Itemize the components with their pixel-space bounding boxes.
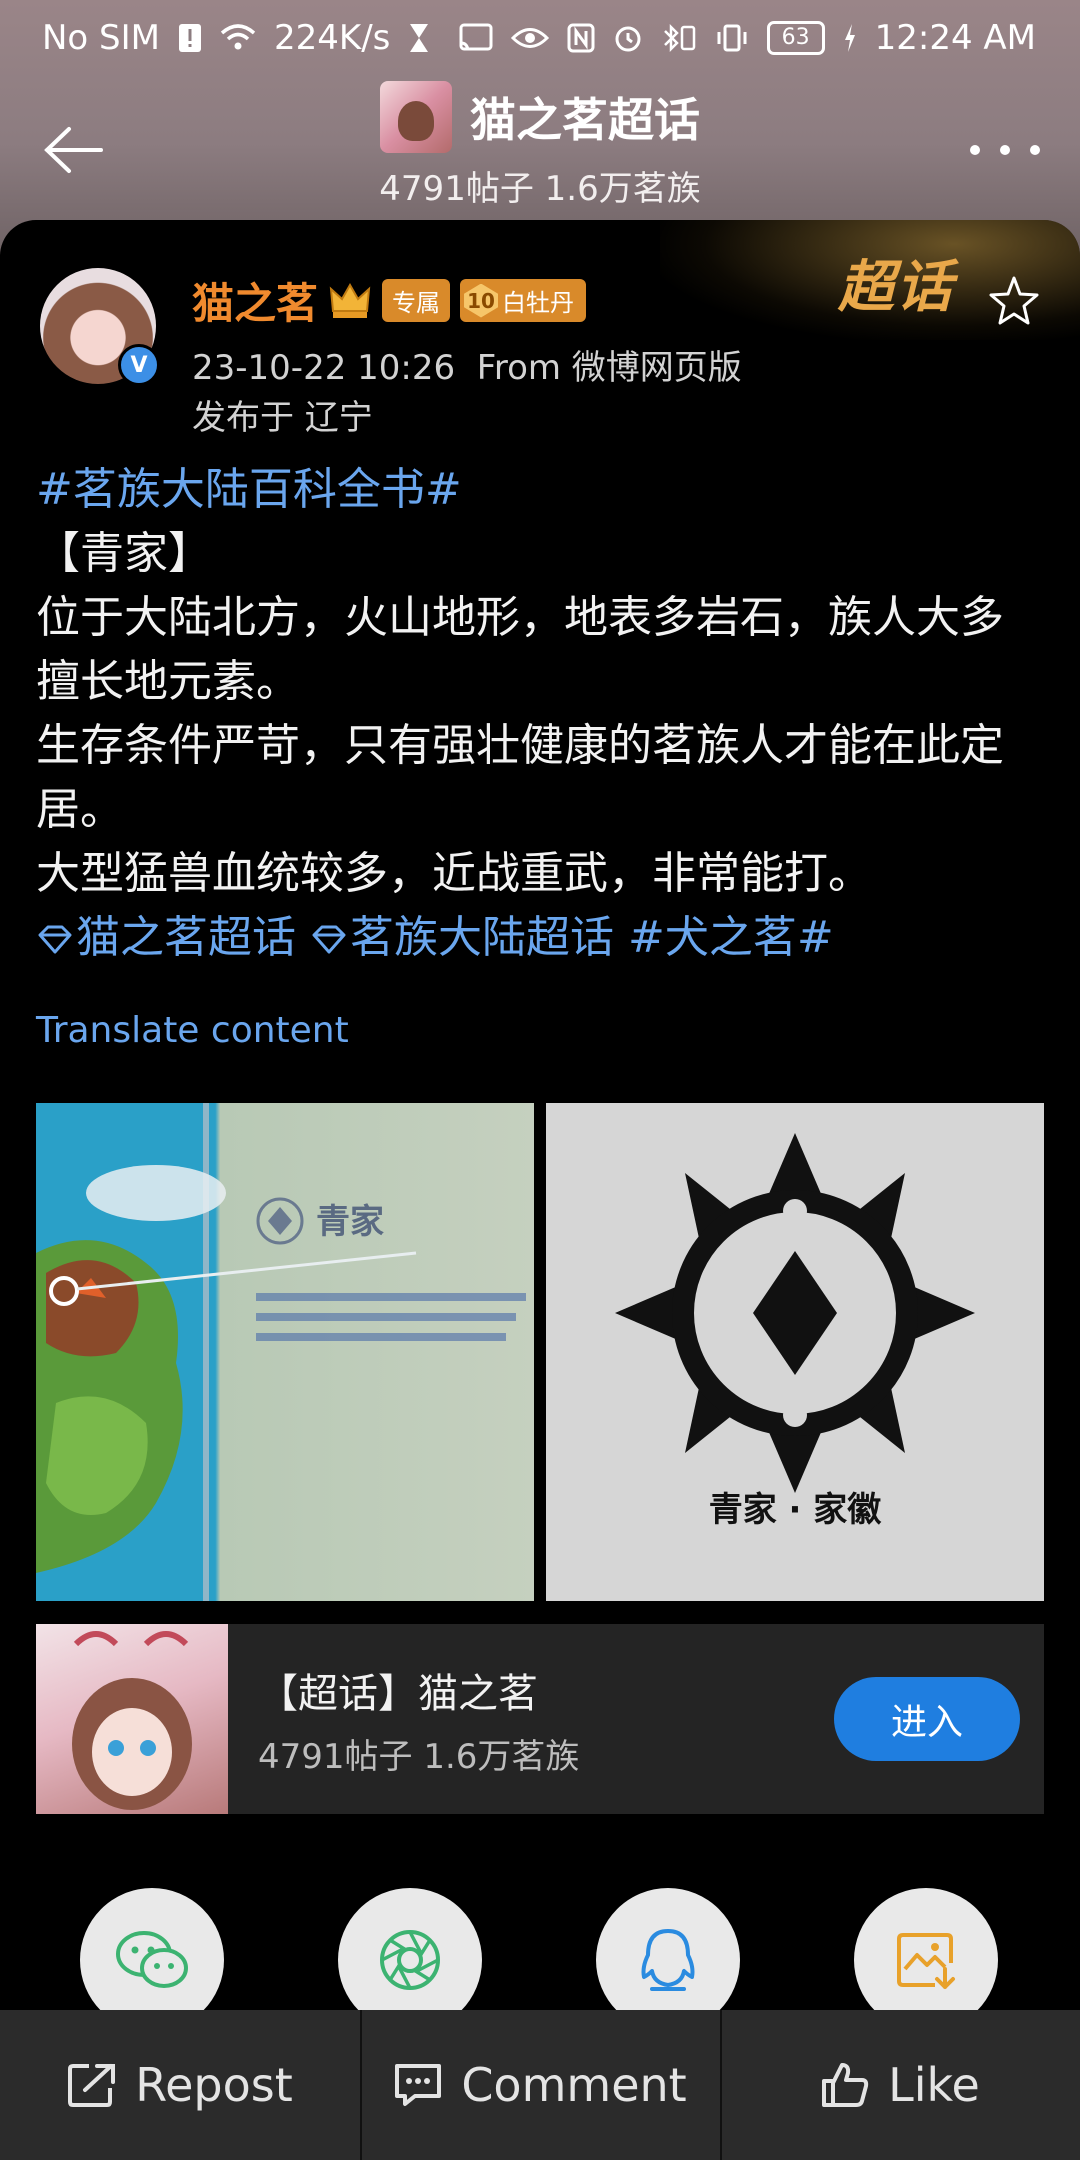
dot-icon — [1030, 145, 1040, 155]
user-row: 猫之茗 专属 10 白牡丹 — [192, 270, 587, 331]
exclusive-tag: 专属 — [382, 279, 451, 322]
status-left: No SIM 224K/s — [42, 18, 430, 58]
level-number: 10 — [464, 283, 499, 318]
moments-icon — [380, 1930, 440, 1990]
post-line: 大型猛兽血统较多，近战重武，非常能打。 — [36, 848, 872, 899]
eye-icon — [510, 25, 549, 51]
super-topic-text: 【超话】猫之茗 4791帖子 1.6万茗族 — [258, 1661, 834, 1778]
repost-icon — [68, 2064, 116, 2107]
enter-button[interactable]: 进入 — [834, 1677, 1020, 1761]
wechat-icon — [116, 1931, 188, 1988]
alarm-icon — [613, 23, 643, 53]
status-right: 63 12:24 AM — [459, 18, 1036, 58]
header-title-row: 猫之茗超话 — [380, 81, 700, 153]
save-image-icon — [897, 1933, 955, 1989]
topic-link-2[interactable]: 茗族大陆超话 — [310, 912, 614, 963]
super-topic-title: 【超话】猫之茗 — [258, 1670, 538, 1717]
share-row — [0, 1888, 1080, 2032]
level-name: 白牡丹 — [502, 289, 575, 317]
page-title: 猫之茗超话 — [470, 93, 700, 147]
more-options-button[interactable] — [970, 125, 1040, 175]
hourglass-icon — [408, 22, 430, 54]
post-image-map[interactable]: 青家 — [36, 1103, 534, 1601]
topic-link-2-label: 茗族大陆超话 — [350, 912, 614, 963]
like-label: Like — [888, 2058, 980, 2112]
post-image-emblem[interactable]: 青家 · 家徽 — [546, 1103, 1044, 1601]
post-location: 发布于 辽宁 — [192, 398, 373, 438]
like-button[interactable]: Like — [720, 2010, 1080, 2160]
header-center: 猫之茗超话 4791帖子 1.6万茗族 — [0, 75, 1080, 210]
username[interactable]: 猫之茗 — [192, 270, 318, 331]
cover-illustration — [72, 1631, 192, 1810]
wifi-icon — [220, 23, 256, 53]
bottom-action-bar: Repost Comment Like — [0, 2010, 1080, 2160]
page-subtitle: 4791帖子 1.6万茗族 — [379, 169, 701, 209]
translate-link[interactable]: Translate content — [36, 1010, 349, 1051]
qq-icon — [641, 1929, 695, 1991]
topic-logo — [380, 81, 452, 153]
network-speed: 224K/s — [274, 17, 391, 58]
super-topic-card[interactable]: 【超话】猫之茗 4791帖子 1.6万茗族 进入 — [36, 1624, 1044, 1814]
emblem-caption: 青家 · 家徽 — [709, 1490, 883, 1530]
comment-label: Comment — [461, 2058, 687, 2112]
emblem-illustration: 青家 · 家徽 — [615, 1133, 975, 1530]
carrier-text: No SIM — [42, 17, 160, 58]
nfc-icon — [567, 23, 595, 53]
fan-level-tag: 10 白牡丹 — [460, 279, 587, 322]
topic-link-3[interactable]: #犬之茗# — [628, 912, 834, 963]
clock-time: 12:24 AM — [874, 17, 1036, 58]
post-source: From 微博网页版 — [476, 348, 742, 388]
verified-badge-icon: V — [118, 344, 160, 386]
status-bar: No SIM 224K/s 63 12:24 AM — [0, 0, 1080, 75]
hashtag-link[interactable]: #茗族大陆百科全书# — [36, 458, 1046, 522]
post-line: 位于大陆北方，火山地形，地表多岩石，族人大多擅长地元素。 — [36, 592, 1004, 707]
vibrate-icon — [715, 23, 749, 53]
cast-icon — [459, 23, 493, 53]
post-meta: 23-10-22 10:26 From 微博网页版 — [192, 340, 742, 389]
repost-label: Repost — [135, 2058, 293, 2112]
topic-link-1-label: 猫之茗超话 — [76, 912, 296, 963]
map-title-label: 青家 — [316, 1202, 384, 1242]
post-card: 超话 V 猫之茗 专属 10 白牡丹 23-10-22 10:26 From 微… — [0, 220, 1080, 2032]
post-body: #茗族大陆百科全书# 【青家】 位于大陆北方，火山地形，地表多岩石，族人大多擅长… — [36, 458, 1046, 970]
post-line: 生存条件严苛，只有强壮健康的茗族人才能在此定居。 — [36, 720, 1004, 835]
dot-icon — [970, 145, 980, 155]
star-icon — [989, 276, 1039, 325]
super-topic-badge: 超话 — [838, 255, 954, 320]
super-topic-stats: 4791帖子 1.6万茗族 — [258, 1736, 580, 1777]
crown-icon — [328, 279, 372, 323]
diamond-icon — [312, 925, 346, 954]
topic-links: 猫之茗超话 茗族大陆超话 #犬之茗# — [36, 906, 1046, 970]
charging-icon — [843, 23, 857, 53]
sim-alert-icon — [178, 23, 202, 53]
post-line: 【青家】 — [36, 528, 212, 579]
super-topic-cover — [36, 1624, 228, 1814]
dot-icon — [1000, 145, 1010, 155]
bluetooth-battery-icon — [661, 23, 697, 53]
post-timestamp: 23-10-22 10:26 — [192, 348, 456, 388]
favorite-button[interactable] — [984, 272, 1044, 332]
thumbs-up-icon — [822, 2063, 869, 2107]
battery-indicator: 63 — [766, 20, 825, 55]
diamond-icon — [38, 925, 72, 954]
map-illustration: 青家 — [36, 1103, 526, 1601]
topic-header: 猫之茗超话 4791帖子 1.6万茗族 — [0, 75, 1080, 215]
comment-button[interactable]: Comment — [360, 2010, 720, 2160]
topic-link-1[interactable]: 猫之茗超话 — [36, 912, 296, 963]
comment-icon — [395, 2064, 442, 2106]
repost-button[interactable]: Repost — [0, 2010, 360, 2160]
